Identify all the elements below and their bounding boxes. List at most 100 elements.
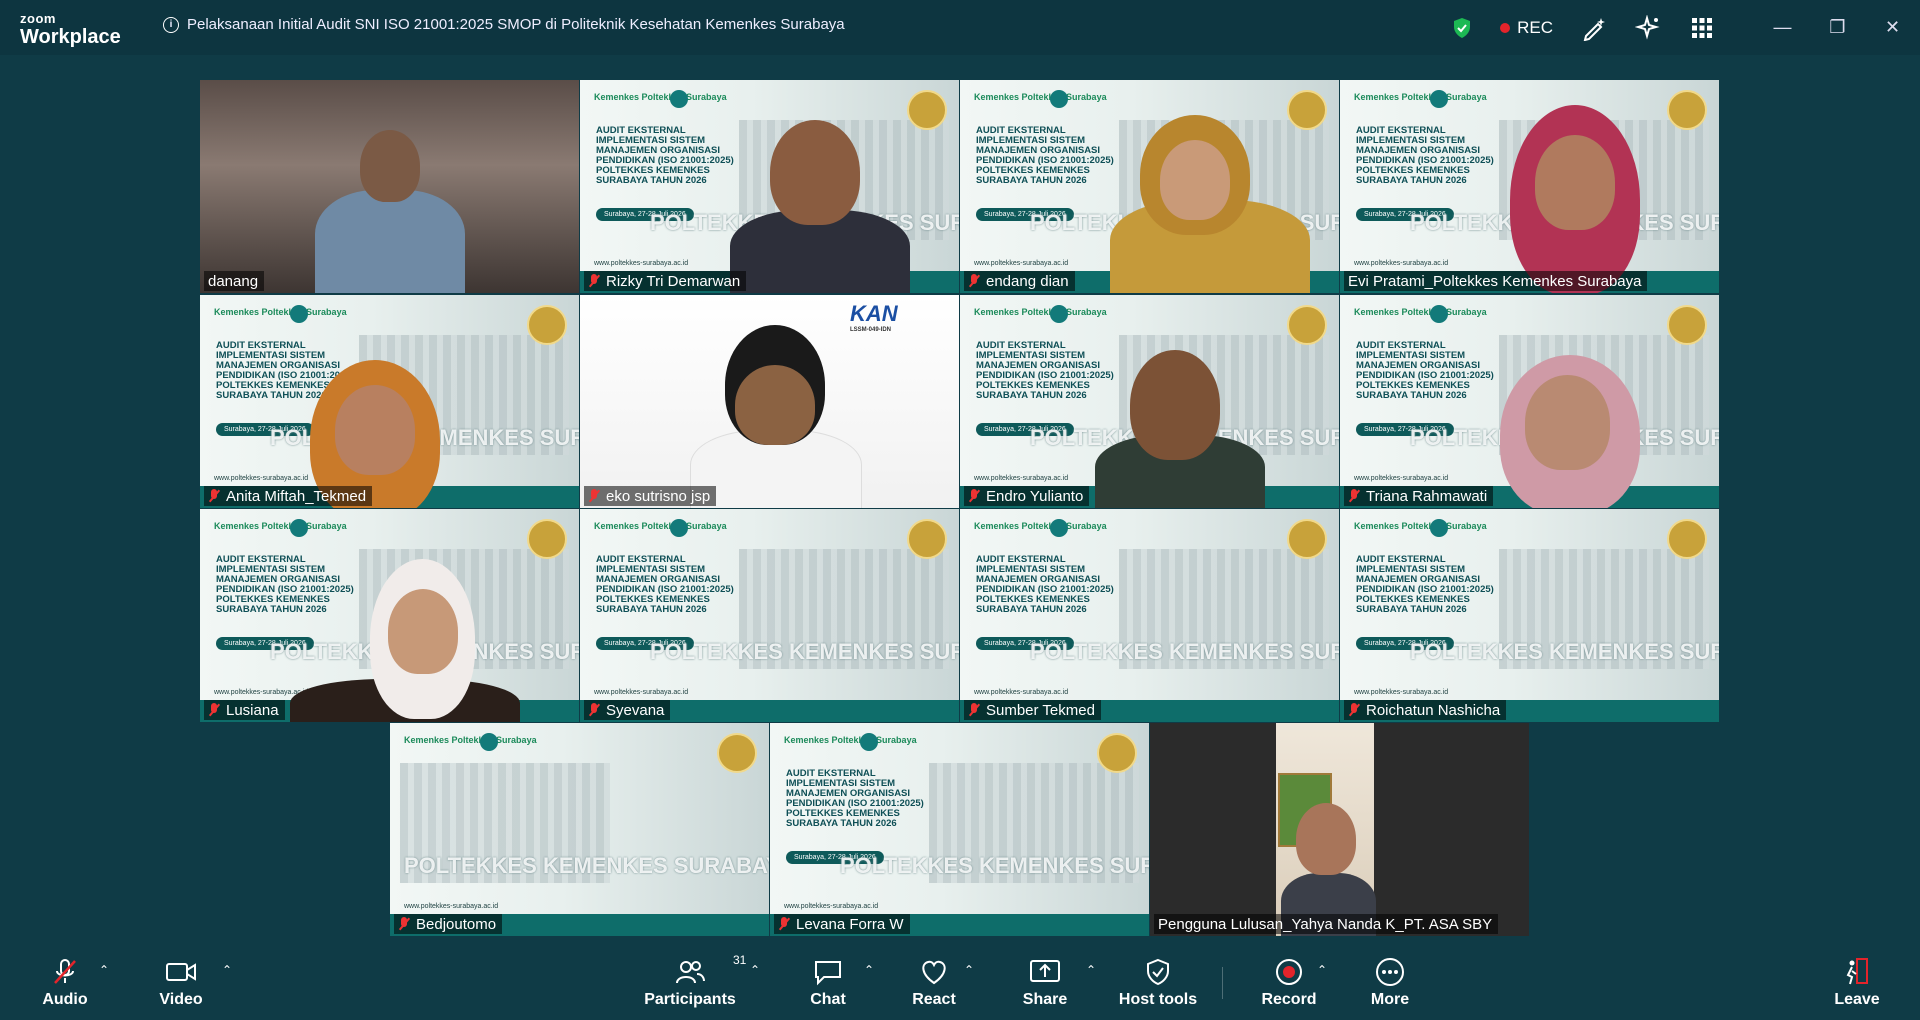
rec-label: REC <box>1517 17 1553 37</box>
participant-name: danang <box>208 272 259 290</box>
video-tile[interactable]: Kemenkes Poltekkes Surabaya AUDIT EKSTER… <box>200 295 579 508</box>
video-tile[interactable]: KAN LSSM-049-IDN eko sutrisno jsp <box>580 295 959 508</box>
participant-name-tag: Lusiana <box>204 700 285 720</box>
security-shield-button[interactable] <box>1452 0 1472 55</box>
participant-name: Anita Miftah_Tekmed <box>226 487 367 505</box>
video-button[interactable]: Video <box>136 955 226 1009</box>
video-tile[interactable]: Kemenkes Poltekkes Surabaya AUDIT EKSTER… <box>580 80 959 293</box>
muted-mic-icon <box>1348 703 1360 717</box>
close-button[interactable]: ✕ <box>1865 0 1920 55</box>
video-options-chevron-icon[interactable]: ⌃ <box>222 963 232 977</box>
grid-icon <box>1692 17 1712 38</box>
participant-name-tag: Bedjoutomo <box>394 914 503 934</box>
muted-mic-icon <box>968 703 980 717</box>
virtual-background: Kemenkes Poltekkes Surabaya AUDIT EKSTER… <box>580 509 959 722</box>
participant-name: Bedjoutomo <box>416 915 497 933</box>
video-tile[interactable]: Kemenkes Poltekkes Surabaya AUDIT EKSTER… <box>200 509 579 722</box>
video-tile[interactable]: danang <box>200 80 579 293</box>
heart-icon <box>922 960 946 985</box>
participant-name: Roichatun Nashicha <box>1366 701 1501 719</box>
logo-big-text: Workplace <box>20 26 121 48</box>
participants-options-chevron-icon[interactable]: ⌃ <box>750 963 760 977</box>
record-options-chevron-icon[interactable]: ⌃ <box>1317 963 1327 977</box>
muted-mic-icon <box>968 274 980 288</box>
muted-mic-icon <box>968 489 980 503</box>
video-tile[interactable]: Kemenkes Poltekkes Surabaya AUDIT EKSTER… <box>1340 295 1719 508</box>
host-tools-button[interactable]: Host tools <box>1112 955 1204 1009</box>
participant-name-tag: Pengguna Lulusan_Yahya Nanda K_PT. ASA S… <box>1154 914 1499 934</box>
video-tile[interactable]: Kemenkes Poltekkes Surabaya AUDIT EKSTER… <box>960 80 1339 293</box>
participant-name-tag: Endro Yulianto <box>964 486 1090 506</box>
audio-options-chevron-icon[interactable]: ⌃ <box>99 963 109 977</box>
shield-check-icon <box>1147 958 1169 986</box>
participant-name-tag: Anita Miftah_Tekmed <box>204 486 373 506</box>
share-options-chevron-icon[interactable]: ⌃ <box>1086 963 1096 977</box>
participant-name-tag: endang dian <box>964 271 1075 291</box>
leave-label: Leave <box>1834 991 1880 1008</box>
more-button[interactable]: More <box>1345 955 1435 1009</box>
share-label: Share <box>1022 991 1068 1008</box>
muted-mic-icon <box>208 703 220 717</box>
audio-label: Audio <box>42 991 88 1008</box>
pen-sparkle-icon <box>1583 17 1605 41</box>
video-tile[interactable]: Kemenkes Poltekkes Surabaya AUDIT EKSTER… <box>1340 509 1719 722</box>
chat-bubble-icon <box>815 961 841 986</box>
chat-button[interactable]: Chat <box>783 955 873 1009</box>
participant-name-tag: Roichatun Nashicha <box>1344 700 1507 720</box>
video-tile[interactable]: Kemenkes Poltekkes Surabaya AUDIT EKSTER… <box>960 295 1339 508</box>
video-tile[interactable]: Kemenkes Poltekkes Surabaya AUDIT EKSTER… <box>770 723 1149 936</box>
participant-name-tag: Sumber Tekmed <box>964 700 1101 720</box>
participant-name: Lusiana <box>226 701 279 719</box>
ai-companion-button[interactable] <box>1607 0 1661 55</box>
video-tile[interactable]: Kemenkes Poltekkes Surabaya AUDIT EKSTER… <box>960 509 1339 722</box>
virtual-background: Kemenkes Poltekkes Surabaya AUDIT EKSTER… <box>770 723 1149 936</box>
logo-small-text: zoom <box>20 11 56 26</box>
react-label: React <box>912 991 956 1008</box>
audio-button[interactable]: Audio <box>20 955 110 1009</box>
participant-name: Sumber Tekmed <box>986 701 1095 719</box>
video-tile[interactable]: Kemenkes Poltekkes Surabaya AUDIT EKSTER… <box>580 509 959 722</box>
toolbar-divider <box>1222 967 1223 999</box>
leave-door-icon <box>1846 958 1868 985</box>
participant-name: Pengguna Lulusan_Yahya Nanda K_PT. ASA S… <box>1158 915 1493 933</box>
video-tile[interactable]: Kemenkes Poltekkes Surabaya AUDIT EKSTER… <box>1340 80 1719 293</box>
camera-feed <box>200 80 579 293</box>
participant-name-tag: Triana Rahmawati <box>1344 486 1494 506</box>
video-tile[interactable]: Pengguna Lulusan_Yahya Nanda K_PT. ASA S… <box>1150 723 1529 936</box>
virtual-background: Kemenkes Poltekkes Surabaya AUDIT EKSTER… <box>960 509 1339 722</box>
apps-button[interactable] <box>1661 0 1715 55</box>
kan-logo: KAN LSSM-049-IDN <box>850 301 898 333</box>
participants-label: Participants <box>644 991 736 1008</box>
info-icon[interactable]: i <box>163 16 179 33</box>
participant-name: Rizky Tri Demarwan <box>606 272 741 290</box>
record-icon <box>1276 959 1302 985</box>
muted-mic-icon <box>398 917 410 931</box>
meeting-info[interactable]: i Pelaksanaan Initial Audit SNI ISO 2100… <box>163 16 845 33</box>
video-tile[interactable]: Kemenkes Poltekkes Surabaya POLTEKKES KE… <box>390 723 769 936</box>
muted-mic-icon <box>1348 489 1360 503</box>
leave-button[interactable]: Leave <box>1812 955 1902 1009</box>
participant-name-tag: Evi Pratami_Poltekkes Kemenkes Surabaya <box>1344 271 1648 291</box>
muted-mic-icon <box>588 489 600 503</box>
participant-name-tag: Levana Forra W <box>774 914 910 934</box>
participant-name: Syevana <box>606 701 665 719</box>
participant-name-tag: Rizky Tri Demarwan <box>584 271 747 291</box>
minimize-button[interactable]: — <box>1755 0 1810 55</box>
participant-name: eko sutrisno jsp <box>606 487 711 505</box>
participants-button[interactable]: 31 Participants <box>644 953 746 1009</box>
host-tools-label: Host tools <box>1118 991 1198 1008</box>
recording-indicator[interactable]: REC <box>1500 0 1553 55</box>
muted-mic-icon <box>208 489 220 503</box>
muted-mic-icon <box>778 917 790 931</box>
participants-icon <box>676 961 705 984</box>
restore-icon: ❐ <box>1829 17 1846 37</box>
restore-button[interactable]: ❐ <box>1810 0 1865 55</box>
record-dot-icon <box>1500 22 1511 33</box>
participant-name: endang dian <box>986 272 1069 290</box>
participant-name: Levana Forra W <box>796 915 904 933</box>
chat-options-chevron-icon[interactable]: ⌃ <box>864 963 874 977</box>
more-label: More <box>1370 991 1410 1008</box>
share-button[interactable]: Share <box>1000 955 1090 1009</box>
annotate-button[interactable] <box>1553 0 1607 55</box>
react-options-chevron-icon[interactable]: ⌃ <box>964 963 974 977</box>
